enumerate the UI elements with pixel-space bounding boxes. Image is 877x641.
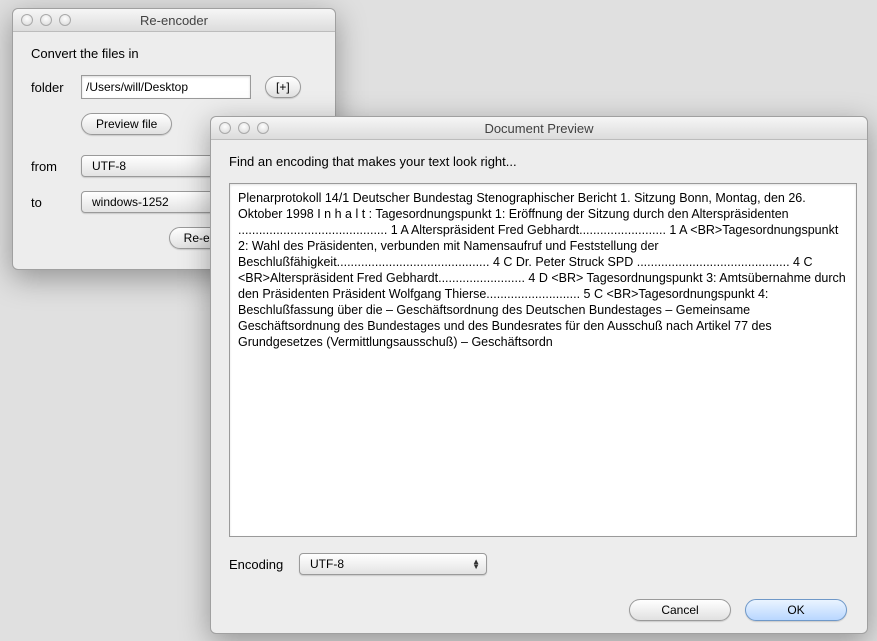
preview-instruction: Find an encoding that makes your text lo… (229, 154, 849, 169)
close-icon[interactable] (219, 122, 231, 134)
encoding-value: UTF-8 (310, 557, 344, 571)
close-icon[interactable] (21, 14, 33, 26)
chevron-updown-icon: ▲▼ (472, 559, 480, 569)
folder-input[interactable] (81, 75, 251, 99)
to-encoding-value: windows-1252 (92, 195, 169, 209)
minimize-icon[interactable] (40, 14, 52, 26)
document-text-area[interactable]: Plenarprotokoll 14/1 Deutscher Bundestag… (229, 183, 857, 537)
minimize-icon[interactable] (238, 122, 250, 134)
convert-prompt: Convert the files in (31, 46, 317, 61)
from-label: from (31, 159, 81, 174)
encoding-label: Encoding (229, 557, 299, 572)
from-encoding-value: UTF-8 (92, 159, 126, 173)
preview-file-button[interactable]: Preview file (81, 113, 172, 135)
add-folder-button[interactable]: [+] (265, 76, 301, 98)
reencoder-titlebar[interactable]: Re-encoder (13, 9, 335, 32)
folder-label: folder (31, 80, 81, 95)
zoom-icon[interactable] (59, 14, 71, 26)
document-preview-window: Document Preview Find an encoding that m… (210, 116, 868, 634)
encoding-popup[interactable]: UTF-8 ▲▼ (299, 553, 487, 575)
zoom-icon[interactable] (257, 122, 269, 134)
cancel-button[interactable]: Cancel (629, 599, 731, 621)
preview-title: Document Preview (211, 121, 867, 136)
to-label: to (31, 195, 81, 210)
preview-titlebar[interactable]: Document Preview (211, 117, 867, 140)
ok-button[interactable]: OK (745, 599, 847, 621)
